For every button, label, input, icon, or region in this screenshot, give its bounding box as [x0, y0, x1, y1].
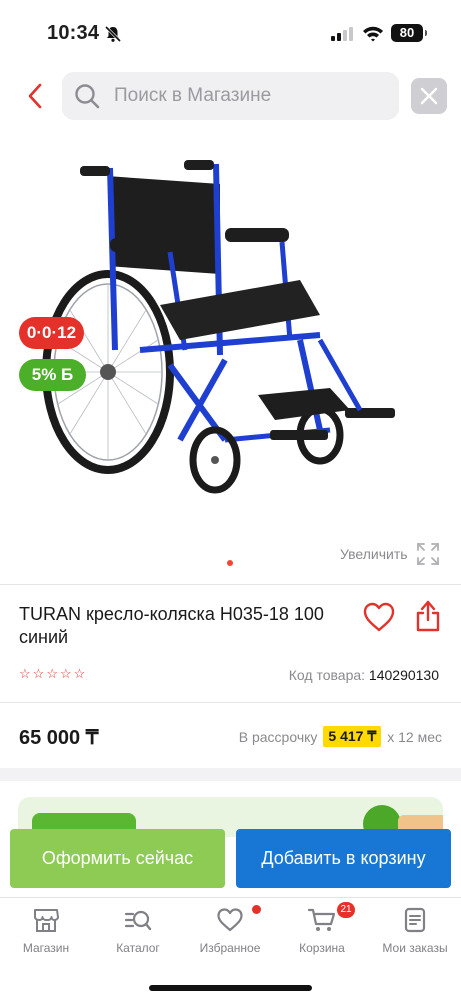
product-sku: Код товара: 140290130 [289, 667, 439, 683]
status-bar: 10:34 80 [0, 0, 461, 64]
product-page: 10:34 80 Поиск в Магазине 0·0·12 5% Б Ув… [0, 0, 461, 999]
tab-favorites[interactable]: Избранное [184, 906, 276, 955]
zoom-button[interactable]: Увеличить [340, 542, 440, 566]
installment-amount: 5 417 ₸ [323, 726, 382, 747]
product-title: TURAN кресло-коляска Н035-18 100 синий [19, 604, 324, 647]
bonus-badge: 5% Б [19, 359, 86, 391]
orders-icon [404, 907, 426, 933]
back-button[interactable] [18, 76, 52, 116]
star-icon: ☆ [32, 666, 45, 681]
sku-label: Код товара: [288, 667, 366, 683]
heart-icon [217, 908, 243, 932]
tab-label: Избранное [199, 941, 261, 955]
bottom-tab-bar: Магазин Каталог Избранное Корзина Мои за… [0, 897, 461, 999]
divider [0, 702, 461, 703]
cart-count-badge: 21 [337, 902, 355, 918]
tab-catalog[interactable]: Каталог [92, 906, 184, 955]
favorites-notification-dot [252, 905, 261, 914]
favorite-button[interactable] [362, 601, 396, 633]
close-icon [420, 87, 438, 105]
shop-icon [34, 909, 59, 932]
expand-icon [416, 543, 439, 565]
home-indicator[interactable] [149, 985, 312, 991]
installment-badge: 0·0·12 [19, 317, 84, 349]
star-icon: ☆ [73, 666, 86, 681]
installment-suffix: х 12 мес [387, 728, 442, 745]
share-icon [416, 600, 440, 632]
tab-shop[interactable]: Магазин [0, 906, 92, 955]
share-button[interactable] [413, 599, 443, 633]
installment-prefix: В рассрочку [238, 728, 318, 745]
tab-label: Корзина [299, 941, 345, 955]
tab-label: Мои заказы [382, 941, 448, 955]
star-icon: ☆ [46, 666, 58, 681]
carousel-dot-active[interactable] [227, 560, 233, 566]
close-search-button[interactable] [411, 78, 447, 114]
star-icon: ☆ [19, 666, 31, 681]
battery-indicator: 80 [391, 24, 427, 42]
zoom-label: Увеличить [340, 546, 408, 562]
installment-offer[interactable]: В рассрочку 5 417 ₸ х 12 мес [239, 726, 442, 747]
divider [0, 584, 461, 585]
checkout-now-button[interactable]: Оформить сейчас [10, 829, 225, 888]
chevron-left-icon [28, 83, 42, 109]
heart-icon [363, 602, 395, 632]
bell-off-icon [104, 25, 122, 43]
product-price: 65 000 ₸ [19, 727, 99, 749]
star-icon: ☆ [59, 666, 72, 681]
sku-value: 140290130 [368, 667, 439, 683]
cart-icon [308, 908, 336, 931]
tab-label: Магазин [22, 941, 70, 955]
section-separator [0, 768, 461, 781]
product-image[interactable] [20, 140, 440, 540]
wifi-icon [363, 26, 383, 42]
rating-stars[interactable]: ☆ ☆ ☆ ☆ ☆ [19, 667, 85, 681]
search-input[interactable] [114, 85, 374, 107]
search-icon [75, 84, 100, 109]
status-time: 10:34 [47, 22, 100, 44]
search-bar[interactable] [62, 72, 399, 120]
signal-icon [331, 27, 353, 41]
add-to-cart-button[interactable]: Добавить в корзину [236, 829, 451, 888]
tab-my-orders[interactable]: Мои заказы [369, 906, 461, 955]
tab-label: Каталог [116, 941, 160, 955]
catalog-search-icon [124, 910, 152, 931]
